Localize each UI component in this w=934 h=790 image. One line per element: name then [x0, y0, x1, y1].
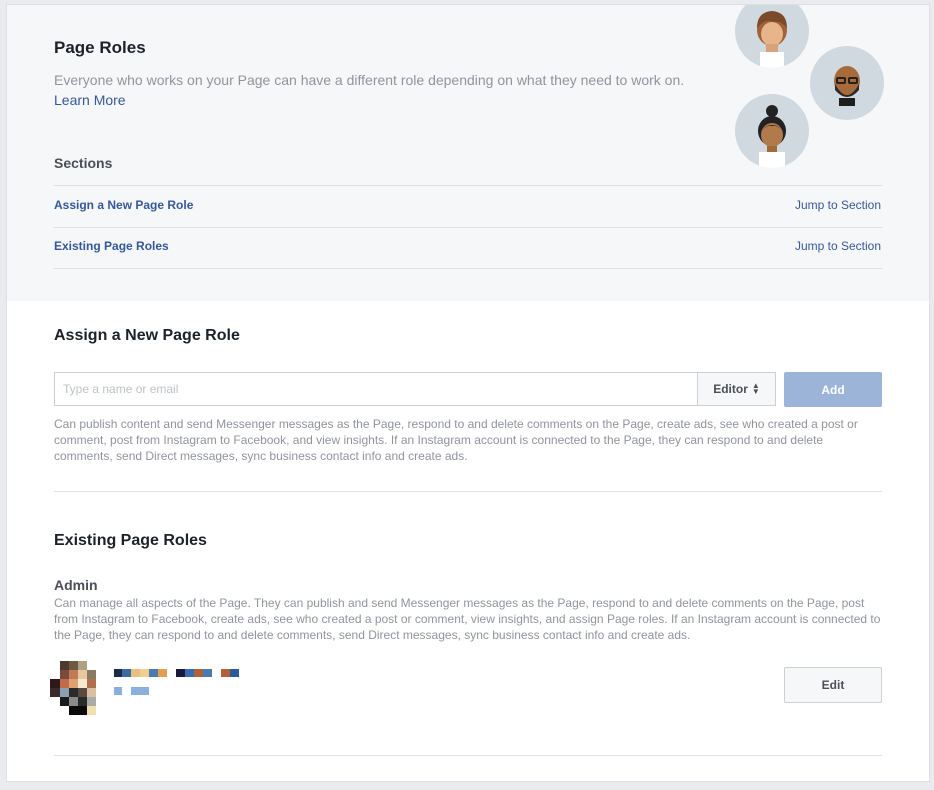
role-permissions-description: Can publish content and send Messenger m…	[54, 417, 858, 463]
page-title: Page Roles	[54, 38, 146, 57]
page-roles-card: Page Roles Everyone who works on your Pa…	[6, 4, 930, 782]
user-avatar	[50, 661, 98, 715]
avatar-illustration-woman-bun-icon	[735, 94, 809, 168]
learn-more-link[interactable]: Learn More	[54, 92, 126, 108]
page-roles-description: Everyone who works on your Page can have…	[54, 72, 685, 88]
edit-button[interactable]: Edit	[784, 667, 882, 703]
section-link-existing[interactable]: Existing Page Roles	[54, 239, 169, 253]
avatar-illustration-bearded-man-icon	[810, 46, 884, 120]
role-select-value: Editor	[713, 382, 748, 396]
add-button[interactable]: Add	[784, 372, 882, 407]
existing-roles-title: Existing Page Roles	[54, 532, 207, 549]
name-or-email-input[interactable]	[54, 372, 697, 406]
divider	[54, 227, 882, 228]
divider	[54, 185, 882, 186]
divider	[54, 755, 882, 756]
sections-title: Sections	[54, 155, 113, 171]
jump-to-section-existing[interactable]: Jump to Section	[795, 239, 881, 253]
jump-to-section-assign[interactable]: Jump to Section	[795, 198, 881, 212]
assign-role-title: Assign a New Page Role	[54, 327, 240, 344]
divider	[54, 268, 882, 269]
admin-role-description: Can manage all aspects of the Page. They…	[54, 596, 881, 642]
admin-role-title: Admin	[54, 577, 98, 593]
divider	[54, 491, 882, 492]
section-link-assign[interactable]: Assign a New Page Role	[54, 198, 193, 212]
sort-arrows-icon: ▲ ▼	[751, 381, 760, 396]
user-name-redacted	[114, 669, 244, 699]
role-select[interactable]: Editor ▲ ▼	[697, 372, 776, 406]
